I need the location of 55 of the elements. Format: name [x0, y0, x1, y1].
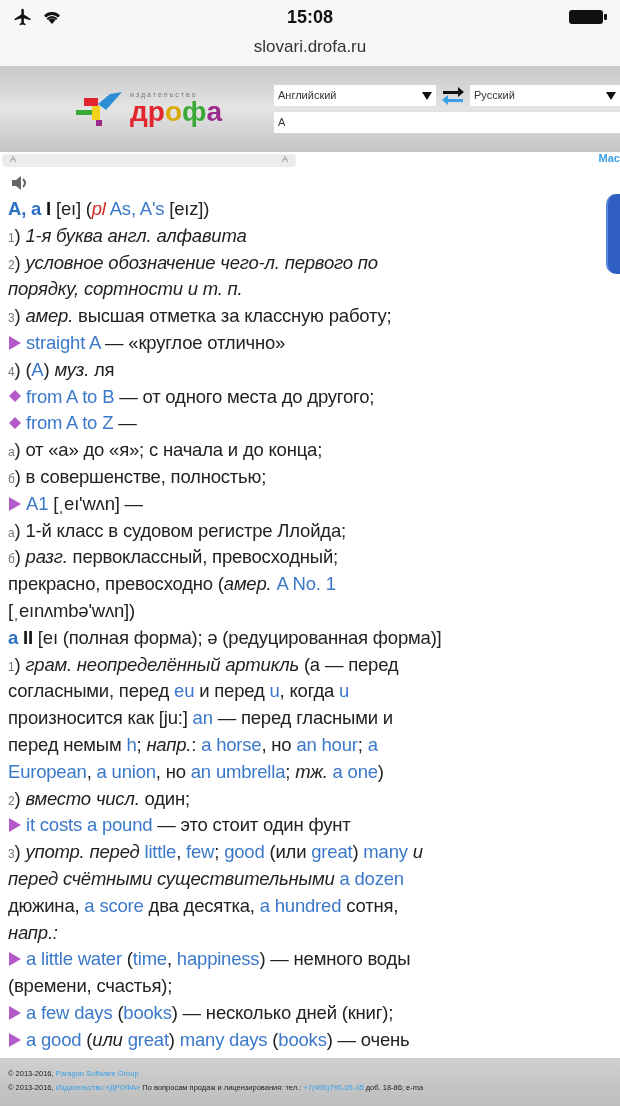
entry-line: произносится как [ju:] an — перед гласными и: [8, 706, 394, 731]
entry-line: согласными, перед eu и перед u, когда u: [8, 679, 351, 704]
entry-line: напр.:: [8, 920, 59, 945]
entry-line: 4) (A) муз. ля: [8, 357, 116, 382]
entry-line: 3) употр. перед little, few; good (или great) many и: [8, 840, 424, 865]
entry-line: from A to B — от одного места до другого;: [8, 383, 620, 410]
entry-line: [ˌeınʌmbə'wʌn]): [8, 599, 136, 623]
triangle-bullet-icon: [8, 334, 22, 351]
entry-line: a II [eı (полная форма); ə (редуцированная форма)]: [8, 625, 443, 650]
triangle-bullet-icon: [8, 495, 22, 512]
triangle-bullet-icon: [8, 1031, 22, 1048]
entry-line: European, a union, но an umbrella; тж. a one): [8, 759, 385, 784]
wifi-icon: [42, 9, 62, 25]
entry-line: a good (или great) many days (books) — очень: [8, 1026, 620, 1053]
dropdown-caret-icon: [606, 91, 616, 100]
airplane-icon: [12, 7, 34, 27]
side-badge[interactable]: [606, 193, 620, 274]
entry-line: 3) амер. высшая отметка за классную работу;: [8, 304, 393, 329]
entry-line: A1 [ˌeı'wʌn] —: [8, 490, 620, 518]
word-bar-right-text: A: [282, 153, 288, 167]
entry-line: (времени, счастья);: [8, 974, 174, 999]
battery-icon: [568, 8, 608, 26]
entry-line: 2) условное обозначение чего-л. первого по: [8, 250, 379, 275]
url-text[interactable]: slovari.drofa.ru: [0, 34, 620, 66]
search-field[interactable]: A: [274, 111, 620, 133]
triangle-bullet-icon: [8, 817, 22, 834]
triangle-bullet-icon: [8, 1004, 22, 1021]
dropdown-caret-icon: [422, 91, 432, 100]
entry-line: from A to Z —: [8, 409, 620, 437]
entry-line: it costs a pound — это стоит один фунт: [8, 811, 620, 839]
entry-line: а) 1-й класс в судовом регистре Ллойда;: [8, 518, 347, 543]
entry-line: прекрасно, превосходно (амер. A No. 1: [8, 572, 337, 597]
entry-line: A, a I [eı] (pl As, A's [eız]): [8, 197, 211, 222]
diamond-bullet-icon: [8, 416, 22, 431]
entry-line: б) в совершенстве, полностью;: [8, 465, 268, 489]
target-language-select[interactable]: Русский: [470, 85, 620, 106]
entry-line: перед немым h; напр.: a horse, но an hour; a: [8, 732, 379, 757]
entry-line: 1) 1-я буква англ. алфавита: [8, 223, 248, 248]
entry-line: a little water (time, happiness) — немного воды: [8, 945, 620, 973]
status-time: 15:08: [287, 5, 333, 29]
word-bar-left-text: A: [10, 153, 16, 167]
logo-wordmark: дрофа: [130, 98, 223, 126]
entry-line: перед счётными существительными a dozen: [8, 866, 405, 891]
entry-line: a few days (books) — несколько дней (книг);: [8, 999, 620, 1027]
diamond-bullet-icon: [8, 389, 22, 404]
entry-line: straight A — «круглое отлично»: [8, 329, 620, 357]
entry-line: 1) грам. неопределённый артикль (a — перед: [8, 652, 400, 677]
entry-line: б) разг. первоклассный, превосходный;: [8, 545, 339, 570]
swap-arrows-icon[interactable]: [440, 84, 466, 107]
entry-line: дюжина, a score два десятка, a hundred сотня,: [8, 893, 400, 918]
source-language-select[interactable]: Английский: [274, 85, 436, 106]
triangle-bullet-icon: [8, 951, 22, 968]
entry-line: а) от «а» до «я»; с начала и до конца;: [8, 438, 324, 463]
entry-line: 2) вместо числ. один;: [8, 786, 191, 811]
entry-line: порядку, сортности и т. п.: [8, 277, 244, 302]
